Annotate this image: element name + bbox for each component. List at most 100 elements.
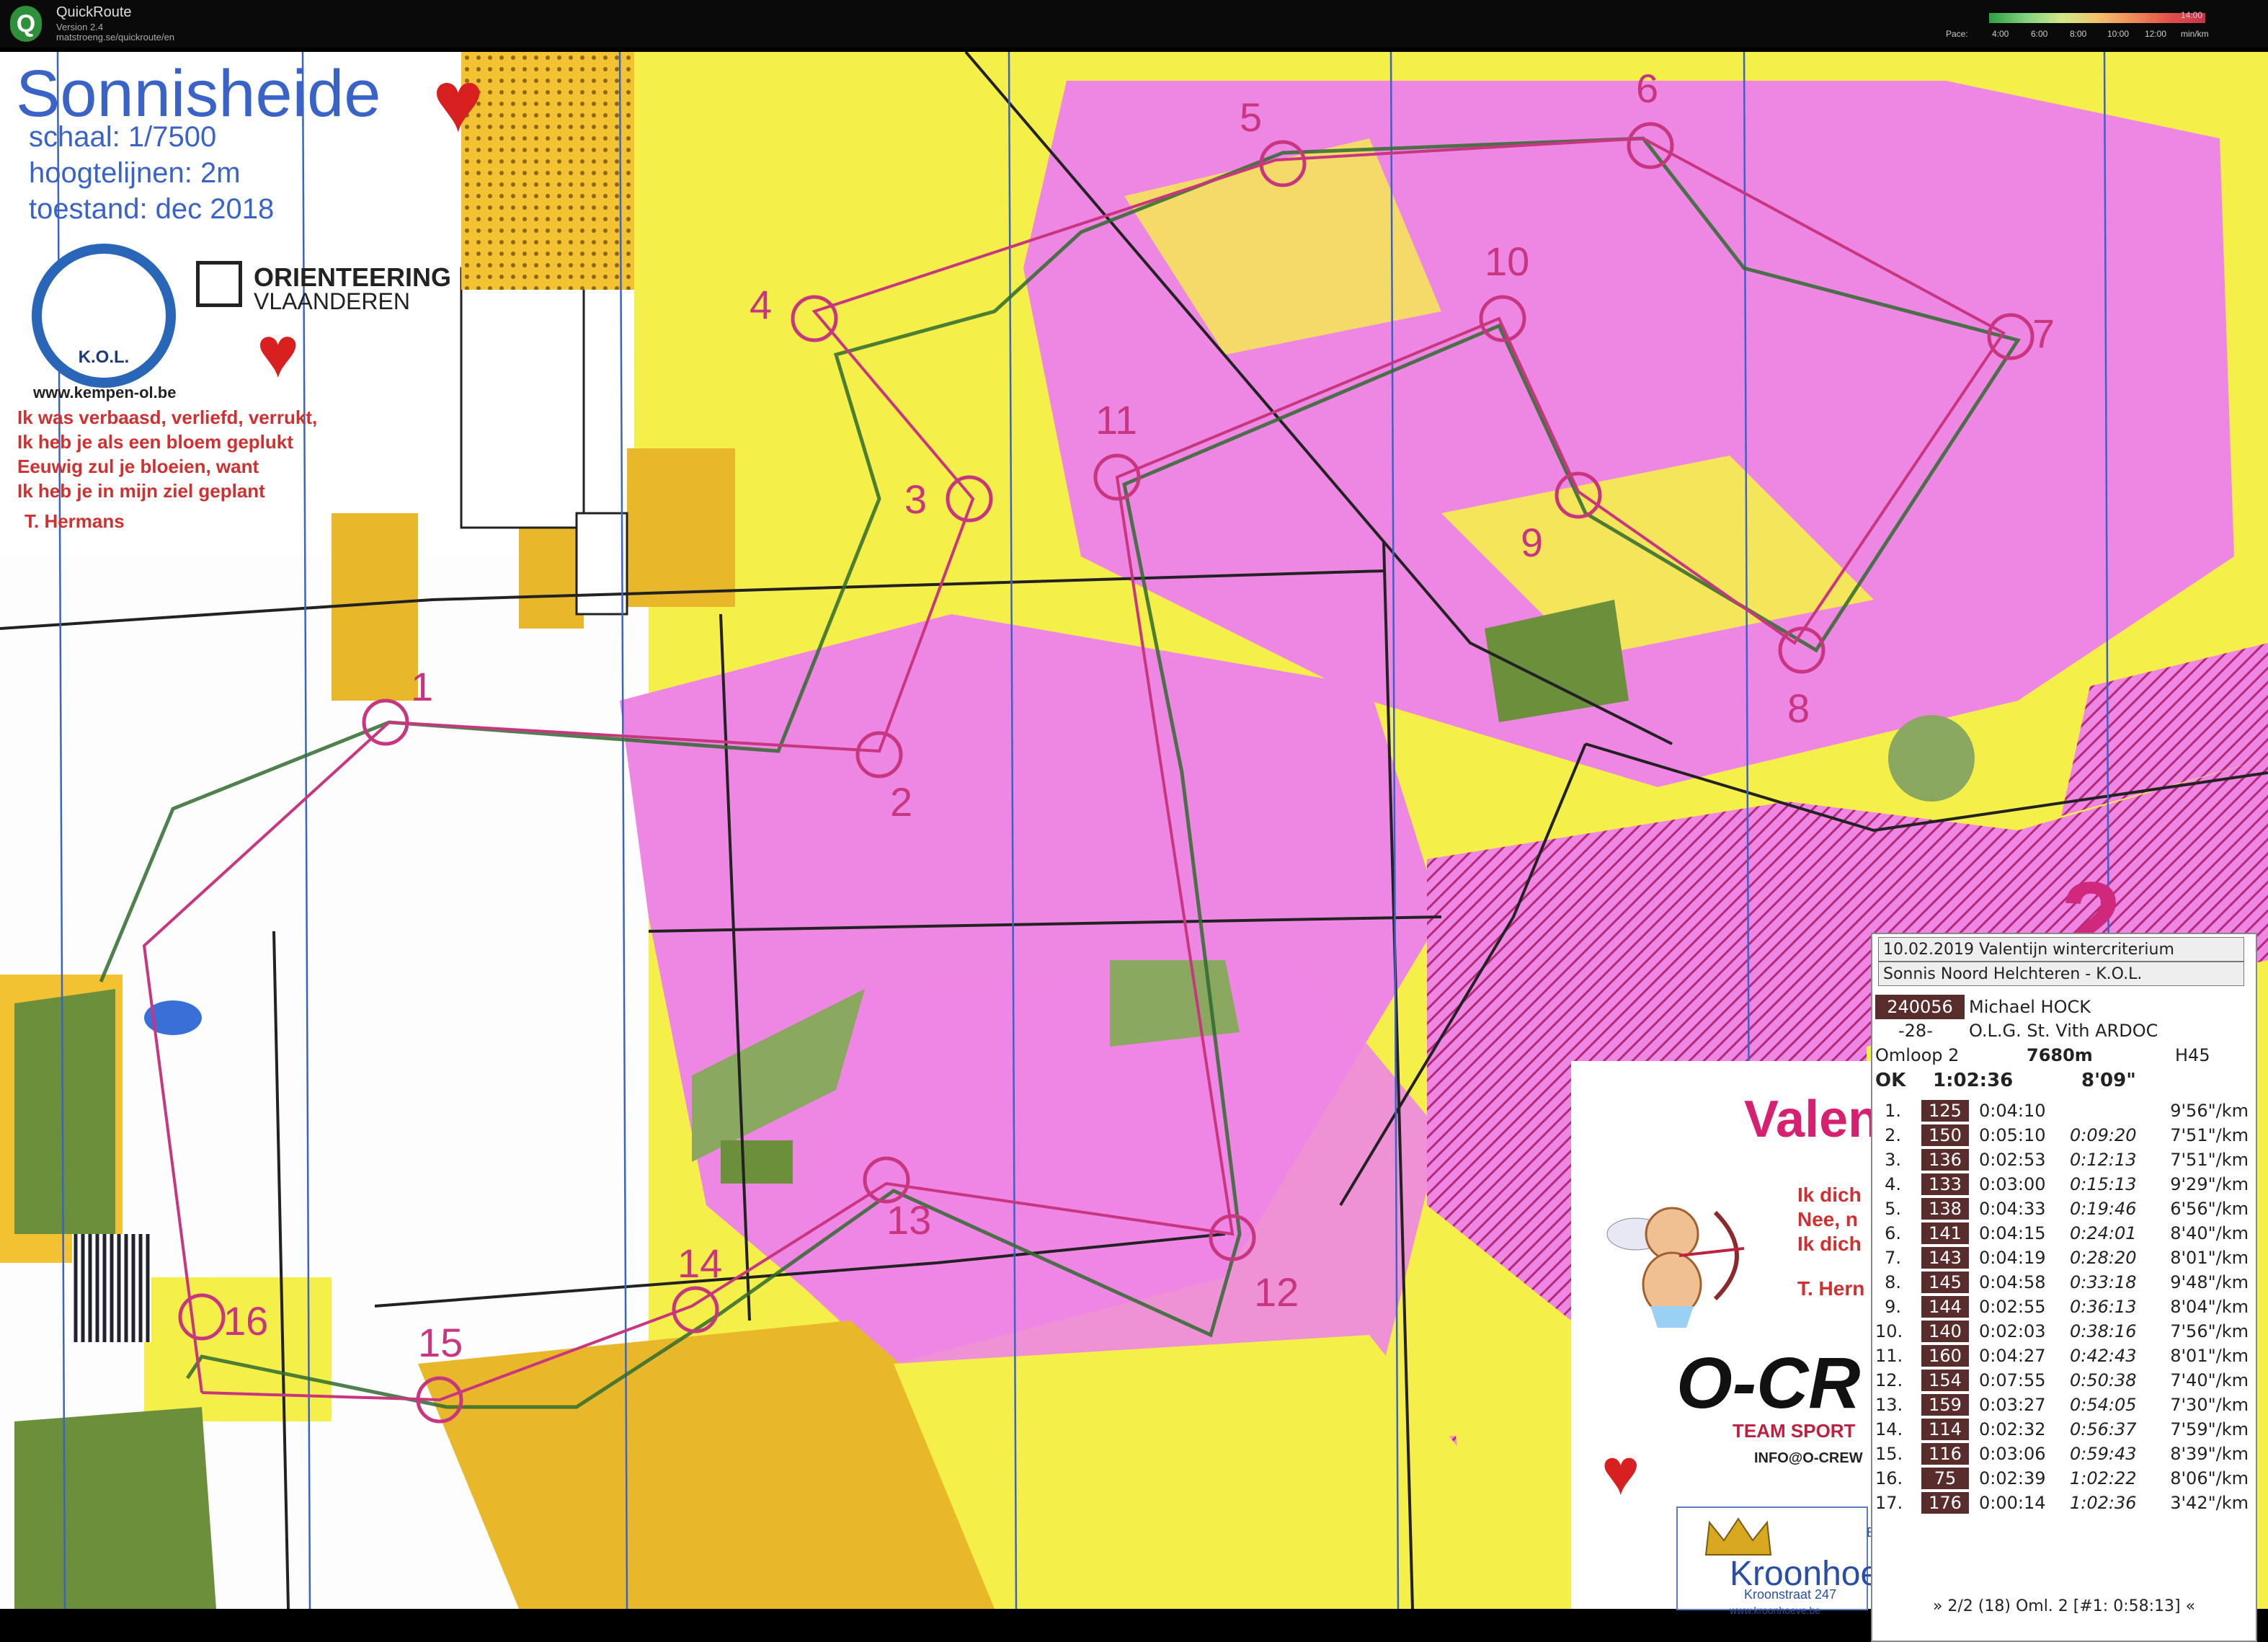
pace-tick: 4:00 [1992,29,2009,39]
pace-legend: Pace: 4:00 6:00 8:00 10:00 12:00 14:00 m… [1946,10,2209,39]
orienteering-map[interactable]: 1 2 3 4 5 6 7 8 9 10 11 12 13 14 15 16 S… [0,52,2268,1642]
cumulative-time: 0:24:01 [2070,1223,2137,1243]
control-number-11: 11 [1095,397,1137,443]
cumulative-time: 0:09:20 [2070,1125,2137,1145]
control-code: 141 [1921,1222,1969,1244]
split-index: 14. [1875,1419,1903,1439]
control-code: 160 [1921,1345,1969,1367]
runner-name: Michael HOCK [1969,997,2091,1017]
poem-line: Ik heb je in mijn ziel geplant [17,480,265,502]
split-index: 13. [1875,1395,1903,1415]
control-code: 114 [1921,1419,1969,1440]
leg-pace: 7'40"/km [2170,1370,2249,1390]
split-index: 3. [1885,1150,1901,1170]
app-version: Version 2.4 [56,22,104,32]
cupid-icon [1606,1207,1745,1328]
map-state: toestand: dec 2018 [29,193,275,225]
sponsor-poem-line: Ik dich [1797,1233,1862,1255]
control-number-16: 16 [223,1298,268,1344]
poem-line: Ik heb je als een bloem geplukt [17,431,293,453]
cumulative-time: 0:42:43 [2070,1346,2137,1366]
split-rows: 1. 125 0:04:10 9'56"/km 2. 150 0:05:10 0:09:20 7… [1875,1099,2251,1515]
course-name: Omloop 2 [1875,1045,1960,1065]
club-website: www.kempen-ol.be [33,383,177,401]
crown-icon [1704,1517,1772,1556]
control-code: 176 [1921,1492,1969,1514]
cumulative-time: 1:02:22 [2070,1468,2137,1488]
control-code: 116 [1921,1443,1969,1465]
split-index: 15. [1875,1444,1903,1464]
control-code: 144 [1921,1296,1969,1318]
leg-pace: 8'39"/km [2170,1444,2249,1464]
sponsor-email: INFO@O-CREW [1754,1450,1863,1466]
poem-line: Eeuwig zul je bloeien, want [17,456,259,477]
leg-pace: 3'42"/km [2170,1493,2249,1513]
club-logo: K.O.L. [32,244,176,388]
pace-tick: 14:00 [2181,10,2203,20]
leg-time: 0:04:33 [1979,1199,2046,1219]
leg-pace: 8'01"/km [2170,1346,2249,1366]
control-number-2: 2 [890,779,912,825]
leg-pace: 7'51"/km [2170,1150,2249,1170]
federation-logo: ORIENTEERING VLAANDEREN [196,261,451,319]
field [627,448,735,607]
runner-class: H45 [2175,1045,2210,1065]
sponsor-brand-sub: TEAM SPORT [1733,1420,1856,1442]
cumulative-time: 0:19:46 [2070,1199,2137,1219]
marsh [72,1234,151,1342]
split-index: 11. [1875,1346,1903,1366]
runner-category: -28- [1898,1021,1933,1041]
leg-time: 0:04:19 [1979,1248,2046,1268]
leg-time: 0:05:10 [1979,1125,2046,1145]
heart-icon: ♥ [432,53,484,150]
hotel-address: Kroonstraat 247 [1744,1587,1837,1602]
split-row: 8. 145 0:04:58 0:33:18 9'48"/km [1875,1270,2251,1295]
sponsor-author: T. Hern [1797,1277,1865,1300]
app-title: QuickRoute [56,4,132,20]
pace-label: Pace: [1946,29,1968,39]
cumulative-time: 0:15:13 [2070,1174,2137,1194]
split-row: 11. 160 0:04:27 0:42:43 8'01"/km [1875,1344,2251,1368]
hotel-website: www.kroonhoeve.be [1730,1605,1821,1616]
split-row: 3. 136 0:02:53 0:12:13 7'51"/km [1875,1148,2251,1172]
cumulative-time: 0:50:38 [2070,1370,2137,1390]
cumulative-time: 0:59:43 [2070,1444,2137,1464]
control-number-9: 9 [1521,520,1543,565]
leg-pace: 9'48"/km [2170,1272,2249,1292]
cumulative-time: 0:36:13 [2070,1297,2137,1317]
control-code: 75 [1921,1468,1969,1489]
split-index: 7. [1885,1248,1901,1268]
split-row: 10. 140 0:02:03 0:38:16 7'56"/km [1875,1319,2251,1344]
leg-pace: 7'51"/km [2170,1125,2249,1145]
split-index: 2. [1885,1125,1901,1145]
splits-footer: » 2/2 (18) Oml. 2 [#1: 0:58:13] « [1932,1597,2196,1615]
cumulative-time: 0:54:05 [2070,1395,2137,1415]
leg-time: 0:03:06 [1979,1444,2046,1464]
control-number-8: 8 [1787,685,1810,731]
control-number-10: 10 [1485,239,1529,284]
event-location: Sonnis Noord Helchteren - K.O.L. [1878,962,2244,986]
pace-tick: 10:00 [2107,29,2130,39]
split-row: 12. 154 0:07:55 0:50:38 7'40"/km [1875,1368,2251,1393]
split-index: 9. [1885,1297,1901,1317]
split-times-printout: 10.02.2019 Valentijn wintercriterium Son… [1871,933,2257,1642]
pace-tick: 8:00 [2070,29,2087,39]
cumulative-time: 0:28:20 [2070,1248,2137,1268]
runner-club: O.L.G. St. Vith ARDOC [1969,1021,2158,1041]
app-url[interactable]: matstroeng.se/quickroute/en [56,32,174,43]
split-row: 13. 159 0:03:27 0:54:05 7'30"/km [1875,1393,2251,1417]
course-length: 7680m [2027,1045,2093,1065]
control-code: 133 [1921,1173,1969,1195]
split-index: 4. [1885,1174,1901,1194]
average-pace: 8'09" [2081,1070,2136,1091]
control-code: 136 [1921,1149,1969,1171]
leg-pace: 8'40"/km [2170,1223,2249,1243]
control-number-15: 15 [418,1320,463,1365]
leg-pace: 6'56"/km [2170,1199,2249,1219]
leg-time: 0:04:27 [1979,1346,2046,1366]
heart-icon: ♥ [257,312,300,393]
poem-author: T. Hermans [25,510,125,532]
control-code: 143 [1921,1247,1969,1269]
split-row: 5. 138 0:04:33 0:19:46 6'56"/km [1875,1197,2251,1221]
sponsor-title: Valen [1744,1091,1880,1148]
